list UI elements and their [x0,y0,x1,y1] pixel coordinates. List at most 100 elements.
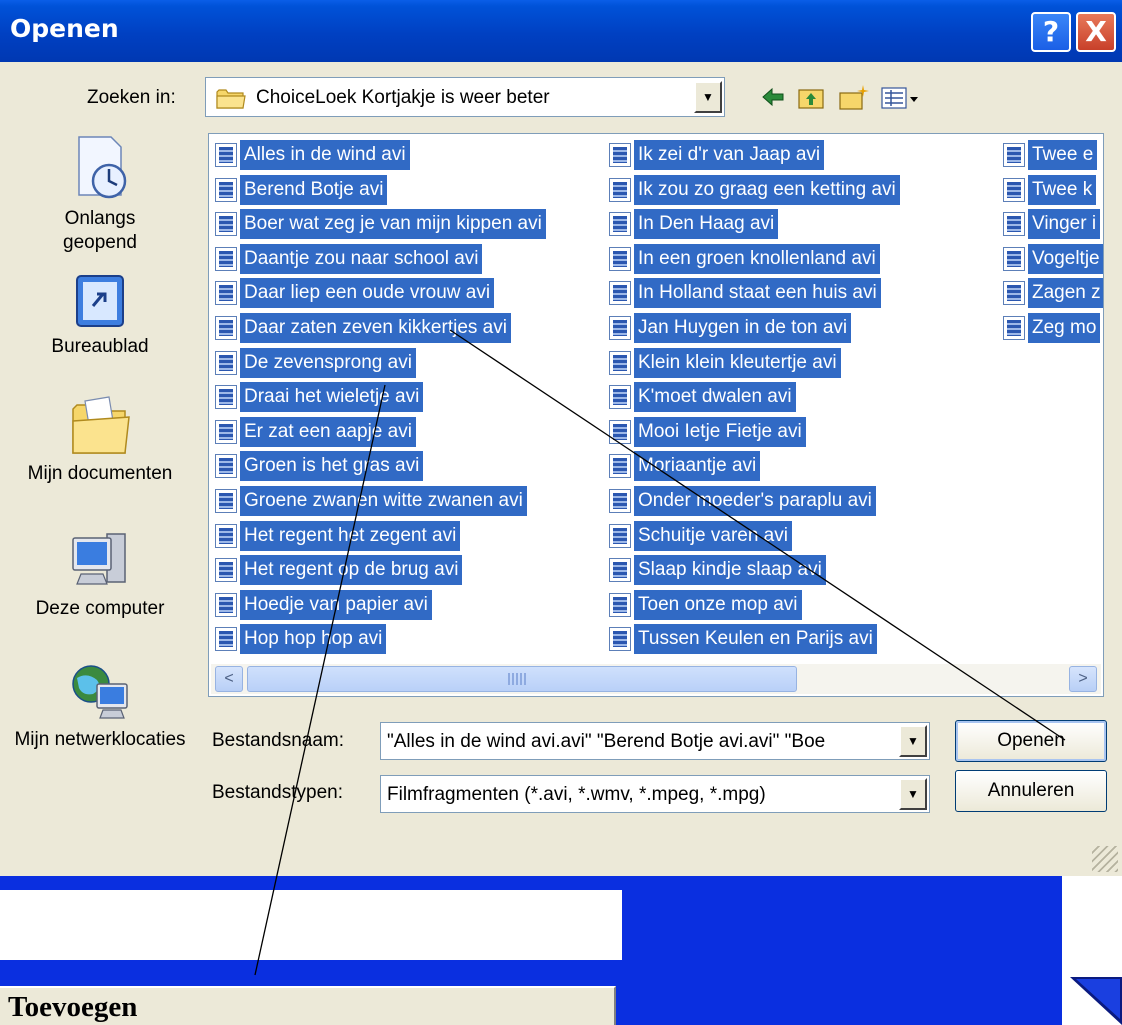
place-network[interactable]: Mijn netwerklocaties [0,662,200,752]
place-desktop[interactable]: Bureaublad [0,272,200,358]
file-name: Groene zwanen witte zwanen avi [240,486,527,516]
close-button[interactable]: X [1076,12,1116,52]
file-item[interactable]: Twee e [1003,139,1098,171]
filetype-label: Bestandstypen: [212,782,343,803]
file-item[interactable]: In Den Haag avi [609,208,779,240]
new-folder-icon[interactable] [838,83,870,111]
place-recent[interactable]: Onlangs geopend [0,133,200,255]
file-item[interactable]: Zagen z [1003,277,1103,309]
lookin-dropdown-arrow[interactable]: ▼ [694,81,722,113]
file-name: Daar liep een oude vrouw avi [240,278,495,309]
file-name: Onder moeder's paraplu avi [634,486,876,516]
file-name: Ik zei d'r van Jaap avi [634,140,825,170]
open-dialog: Openen ? X Zoeken in: ChoiceLoek Kortjak… [0,0,1122,876]
resize-grip-icon[interactable] [1092,846,1118,872]
cancel-button[interactable]: Annuleren [955,770,1107,812]
filetype-combo[interactable]: Filmfragmenten (*.avi, *.wmv, *.mpeg, *.… [380,775,930,813]
video-file-icon [215,385,237,410]
file-item[interactable]: Groene zwanen witte zwanen avi [215,485,527,517]
file-item[interactable]: Het regent het zegent avi [215,520,461,552]
file-item[interactable]: Alles in de wind avi [215,139,410,171]
back-arrow-icon[interactable] [760,83,786,111]
lookin-value: ChoiceLoek Kortjakje is weer beter [256,87,550,108]
video-file-icon [609,627,631,652]
horizontal-scrollbar[interactable]: < > [211,664,1101,694]
file-item[interactable]: Boer wat zeg je van mijn kippen avi [215,208,546,240]
view-menu-icon[interactable] [880,83,920,111]
file-item[interactable]: Slaap kindje slaap avi [609,554,826,586]
file-item[interactable]: Vogeltje [1003,243,1103,275]
file-item[interactable]: Onder moeder's paraplu avi [609,485,876,517]
file-name: Draai het wieletje avi [240,382,424,413]
file-item[interactable]: Moriaantje avi [609,450,761,482]
file-name: Twee e [1028,140,1098,170]
file-item[interactable]: Ik zou zo graag een ketting avi [609,174,900,206]
video-file-icon [609,316,631,340]
video-file-icon [609,523,631,548]
file-item[interactable]: Berend Botje avi [215,174,388,206]
file-name: Het regent op de brug avi [240,555,463,586]
video-file-icon [215,489,237,513]
file-item[interactable]: Het regent op de brug avi [215,554,463,586]
help-button[interactable]: ? [1031,12,1071,52]
up-folder-icon[interactable] [797,83,825,111]
file-list[interactable]: < > Alles in de wind avi Berend Botje avi… [208,133,1104,697]
file-item[interactable]: Tussen Keulen en Parijs avi [609,623,877,655]
video-file-icon [609,454,631,479]
filename-dropdown-arrow[interactable]: ▼ [899,725,927,757]
video-file-icon [609,281,631,306]
add-button-label: Toevoegen [8,991,138,1023]
place-documents[interactable]: Mijn documenten [0,395,200,485]
file-item[interactable]: Klein klein kleutertje avi [609,347,841,379]
scroll-left-button[interactable]: < [215,666,243,692]
file-name: Mooi Ietje Fietje avi [634,416,806,447]
file-name: In een groen knollenland avi [634,243,880,274]
file-item[interactable]: Vinger i [1003,208,1101,240]
title-bar[interactable]: Openen ? X [0,0,1122,62]
file-name: Jan Huygen in de ton avi [634,313,852,343]
file-name: Groen is het gras avi [240,451,424,482]
file-item[interactable]: Daar liep een oude vrouw avi [215,277,495,309]
scroll-right-button[interactable]: > [1069,666,1097,692]
place-computer[interactable]: Deze computer [0,528,200,620]
my-documents-icon [72,396,130,454]
file-item[interactable]: In een groen knollenland avi [609,243,880,275]
file-name: Er zat een aapje avi [240,416,416,447]
file-item[interactable]: Hoedje van papier avi [215,589,432,621]
file-name: Daantje zou naar school avi [240,243,483,274]
file-item[interactable]: Groen is het gras avi [215,450,424,482]
file-name: Hop hop hop avi [240,624,387,655]
place-documents-label: Mijn documenten [27,463,173,484]
file-item[interactable]: Hop hop hop avi [215,623,387,655]
file-item[interactable]: Daar zaten zeven kikkertjes avi [215,312,511,344]
file-item[interactable]: Mooi Ietje Fietje avi [609,416,806,448]
background-text-field[interactable] [0,890,622,960]
filetype-dropdown-arrow[interactable]: ▼ [899,778,927,810]
file-item[interactable]: Twee k [1003,174,1097,206]
file-item[interactable]: Jan Huygen in de ton avi [609,312,852,344]
video-file-icon [1003,143,1025,167]
file-name: Moriaantje avi [634,451,761,482]
lookin-dropdown[interactable]: ChoiceLoek Kortjakje is weer beter ▼ [205,77,725,117]
my-computer-icon [72,533,126,585]
file-item[interactable]: Draai het wieletje avi [215,381,424,413]
file-item[interactable]: De zevensprong avi [215,347,416,379]
file-item[interactable]: Daantje zou naar school avi [215,243,483,275]
add-button[interactable]: Toevoegen [0,986,616,1025]
file-name: Schuitje varen avi [634,520,792,551]
filename-combo[interactable]: "Alles in de wind avi.avi" "Berend Botje… [380,722,930,760]
file-item[interactable]: K'moet dwalen avi [609,381,796,413]
open-button[interactable]: Openen [955,720,1107,762]
file-item[interactable]: Ik zei d'r van Jaap avi [609,139,825,171]
file-item[interactable]: In Holland staat een huis avi [609,277,881,309]
file-name: Ik zou zo graag een ketting avi [634,174,900,205]
video-file-icon [215,419,237,444]
file-name: Daar zaten zeven kikkertjes avi [240,313,511,343]
file-item[interactable]: Zeg mo [1003,312,1101,344]
file-item[interactable]: Schuitje varen avi [609,520,792,552]
video-file-icon [609,350,631,375]
file-name: Boer wat zeg je van mijn kippen avi [240,209,546,240]
file-item[interactable]: Er zat een aapje avi [215,416,416,448]
scroll-thumb[interactable] [247,666,797,692]
file-item[interactable]: Toen onze mop avi [609,589,802,621]
